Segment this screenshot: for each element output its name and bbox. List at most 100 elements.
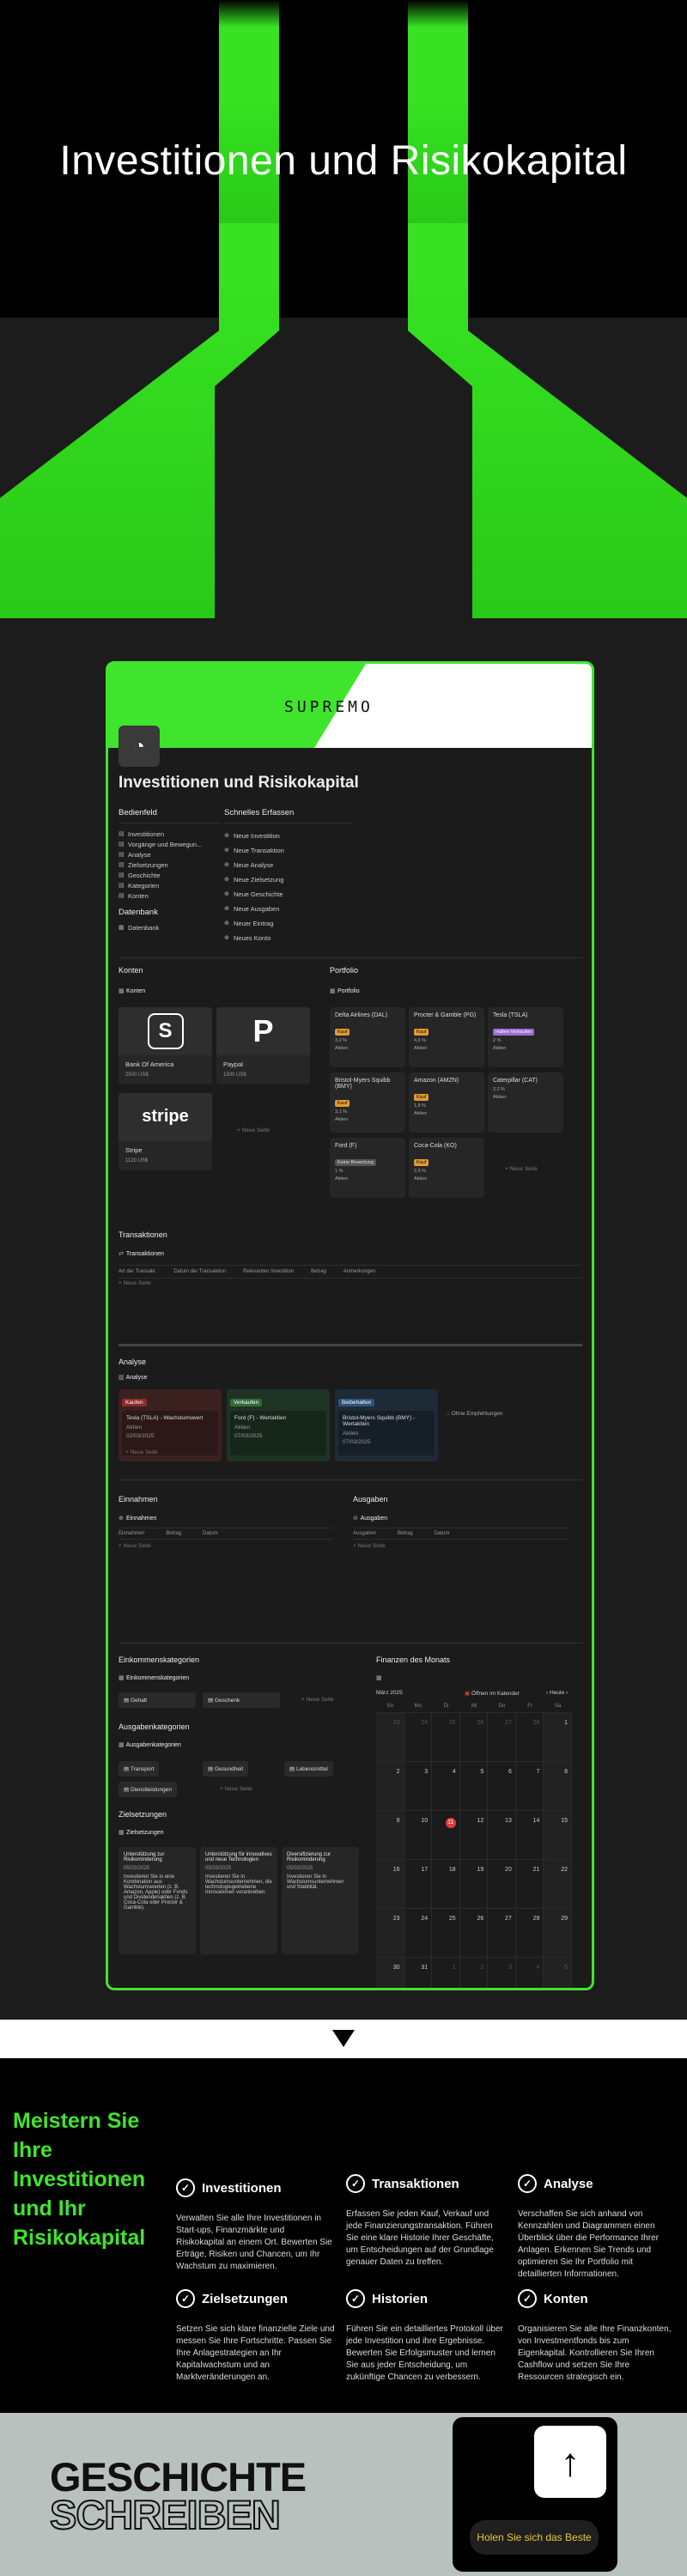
portfolio-new-page[interactable]: + Neue Seite	[505, 1166, 538, 1172]
calendar-day[interactable]: 8	[544, 1762, 572, 1811]
calendar-day[interactable]: 6	[488, 1762, 516, 1811]
portfolio-card[interactable]: Procter & Gamble (PG) Kauf 4,6 % Aktien	[409, 1007, 484, 1067]
calendar-day[interactable]: 4	[516, 1958, 544, 1988]
ziele-view-tab[interactable]: ▦ Zielsetzungen	[119, 1830, 164, 1836]
konten-new-page[interactable]: + Neue Seite	[237, 1127, 270, 1133]
calendar-day[interactable]: 13	[488, 1811, 516, 1860]
portfolio-view-tab[interactable]: ▦ Portfolio	[330, 988, 360, 994]
calendar-day[interactable]: 25	[432, 1909, 460, 1958]
quick-add-analyse[interactable]: ⊕ Neue Analyse	[224, 858, 353, 872]
analyse-new-page[interactable]: + Neue Seite	[125, 1449, 158, 1455]
calendar-day[interactable]: 30	[376, 1958, 404, 1988]
quick-add-transaktion[interactable]: ⊕ Neue Transaktion	[224, 843, 353, 858]
konten-view-tab[interactable]: ▦ Konten	[119, 988, 145, 994]
open-in-calendar-button[interactable]: ▣ Öffnen im Kalender	[465, 1690, 520, 1697]
quick-add-zielsetzung[interactable]: ⊕ Neue Zielsetzung	[224, 872, 353, 887]
ausgaben-new-page[interactable]: + Neue Seite	[353, 1543, 386, 1549]
calendar-day[interactable]: 7	[515, 1762, 544, 1811]
category-card[interactable]: ▤ Lebensmittel	[284, 1761, 333, 1777]
calendar-day[interactable]: 31	[404, 1958, 433, 1988]
cta-button[interactable]: Holen Sie sich das Beste	[470, 2520, 599, 2555]
eink-kat-view-tab[interactable]: ▦ Einkommenskategorien	[119, 1675, 189, 1681]
calendar-day[interactable]: 5	[459, 1762, 489, 1811]
calendar-day[interactable]: 29	[544, 1909, 572, 1958]
calendar-day[interactable]: 18	[432, 1860, 460, 1909]
calendar-day[interactable]: 2	[460, 1958, 489, 1988]
nav-item-analyse[interactable]: ▤ Analyse	[119, 849, 222, 860]
calendar-day[interactable]: 4	[432, 1762, 460, 1811]
nav-item-zielsetzungen[interactable]: ▤ Zielsetzungen	[119, 860, 222, 870]
nav-item-investitionen[interactable]: ▤ Investitionen	[119, 829, 222, 839]
portfolio-card[interactable]: Amazon (AMZN) Kauf 1,8 % Aktien	[409, 1072, 484, 1133]
nav-item-konten[interactable]: ▤ Konten	[119, 890, 222, 901]
account-card[interactable]: stripe Stripe 1120 US$	[119, 1093, 212, 1170]
quick-add-konto[interactable]: ⊕ Neues Konto	[224, 931, 353, 945]
account-card[interactable]: S Bank Of America 2500 US$	[119, 1007, 212, 1084]
category-card[interactable]: ▤ Gesundheit	[203, 1761, 249, 1777]
category-card[interactable]: ▤ Gehalt	[119, 1692, 196, 1708]
calendar-day[interactable]: 20	[488, 1860, 516, 1909]
eink-kat-new-page[interactable]: + Neue Seite	[301, 1697, 334, 1703]
portfolio-card[interactable]: Ford (F) Keine Bewertung 1 % Aktien	[330, 1138, 405, 1198]
calendar-day[interactable]: 25	[432, 1713, 460, 1762]
analyse-view-tab[interactable]: ▥ Analyse	[119, 1375, 147, 1381]
ausgaben-view-tab[interactable]: ⊖ Ausgaben	[353, 1516, 387, 1522]
calendar-day[interactable]: 3	[404, 1762, 433, 1811]
quick-add-eintrag[interactable]: ⊕ Neuer Eintrag	[224, 916, 353, 931]
nav-item-kategorien[interactable]: ▤ Kategorien	[119, 880, 222, 890]
ausg-kat-new-page[interactable]: + Neue Seite	[220, 1786, 252, 1792]
category-card[interactable]: ▤ Geschenk	[203, 1692, 280, 1708]
calendar-day[interactable]: 19	[459, 1860, 489, 1909]
calendar-day[interactable]: 26	[459, 1713, 489, 1762]
calendar-day[interactable]: 22	[544, 1860, 572, 1909]
calendar-day[interactable]: 15	[544, 1811, 572, 1860]
portfolio-card[interactable]: Bristol-Myers Squibb (BMY) Kauf 3,1 % Aktie…	[330, 1072, 405, 1133]
calendar-view-tab[interactable]: ▦	[376, 1675, 382, 1681]
einnahmen-view-tab[interactable]: ⊕ Einnahmen	[119, 1516, 156, 1522]
calendar-day[interactable]: 10	[404, 1811, 433, 1860]
calendar-day[interactable]: 17	[404, 1860, 433, 1909]
category-card[interactable]: ▤ Dienstleistungen	[119, 1782, 178, 1797]
calendar-day[interactable]: 16	[376, 1860, 404, 1909]
today-button[interactable]: ‹ Heute ›	[546, 1690, 568, 1696]
hidden-group[interactable]: ◌ Ohne Empfehlungen	[447, 1411, 502, 1417]
nav-item-datenbank[interactable]: ▦ Datenbank	[119, 922, 222, 933]
calendar-day[interactable]: 28	[515, 1713, 544, 1762]
calendar-day[interactable]: 27	[488, 1909, 516, 1958]
quick-add-geschichte[interactable]: ⊕ Neue Geschichte	[224, 887, 353, 902]
einnahmen-new-page[interactable]: + Neue Seite	[119, 1543, 151, 1549]
calendar-day[interactable]: 1	[432, 1958, 460, 1988]
goal-card[interactable]: Diversifizierung zur Risikominderung 05/0…	[282, 1847, 359, 1954]
calendar-day[interactable]: 12	[459, 1811, 489, 1860]
calendar-day[interactable]: 3	[488, 1958, 516, 1988]
transaktionen-new-page[interactable]: + Neue Seite	[119, 1280, 151, 1286]
nav-item-vorgaenge[interactable]: ▤ Vorgänge und Bewegun...	[119, 839, 222, 849]
calendar-day[interactable]: 23	[376, 1713, 404, 1762]
arrow-up-icon[interactable]: ↑	[534, 2426, 606, 2498]
portfolio-card[interactable]: Tesla (TSLA) Halten Verkaufen 2 % Aktien	[488, 1007, 563, 1067]
calendar-day[interactable]: 5	[544, 1958, 572, 1988]
category-card[interactable]: ▤ Transport	[119, 1761, 160, 1777]
ausg-kat-view-tab[interactable]: ▦ Ausgabenkategorien	[119, 1742, 181, 1748]
calendar-day[interactable]: 24	[404, 1909, 433, 1958]
calendar-day[interactable]: 11	[432, 1811, 460, 1860]
gauge-icon[interactable]: ◔	[119, 726, 160, 767]
portfolio-card[interactable]: Caterpillar (CAT) 2,2 % Aktien	[488, 1072, 563, 1133]
board-card[interactable]: Ford (F) - Wertaktien Aktien 07/03/2025	[230, 1411, 326, 1455]
calendar-day[interactable]: 1	[544, 1713, 572, 1762]
goal-card[interactable]: Unterstützung zur Risikominderung 05/03/2…	[119, 1847, 196, 1954]
calendar-day[interactable]: 9	[376, 1811, 404, 1860]
portfolio-card[interactable]: Delta Airlines (DAL) Kauf 3,2 % Aktien	[330, 1007, 405, 1067]
transaktionen-view-tab[interactable]: ⇄ Transaktionen	[119, 1251, 164, 1257]
calendar-day[interactable]: 14	[515, 1811, 544, 1860]
portfolio-card[interactable]: Coca-Cola (KO) Kauf 2,9 % Aktien	[409, 1138, 484, 1198]
calendar-day[interactable]: 2	[376, 1762, 404, 1811]
quick-add-ausgaben[interactable]: ⊕ Neue Ausgaben	[224, 902, 353, 916]
board-card[interactable]: Bristol-Myers Squibb (BMY) - Wertaktien A…	[338, 1411, 435, 1455]
nav-item-geschichte[interactable]: ▤ Geschichte	[119, 870, 222, 880]
calendar-day[interactable]: 24	[404, 1713, 433, 1762]
calendar-day[interactable]: 27	[488, 1713, 516, 1762]
calendar-day[interactable]: 26	[459, 1909, 489, 1958]
goal-card[interactable]: Unterstützung für innovatives und neue T…	[200, 1847, 277, 1954]
account-card[interactable]: P Paypal 1500 US$	[216, 1007, 310, 1084]
